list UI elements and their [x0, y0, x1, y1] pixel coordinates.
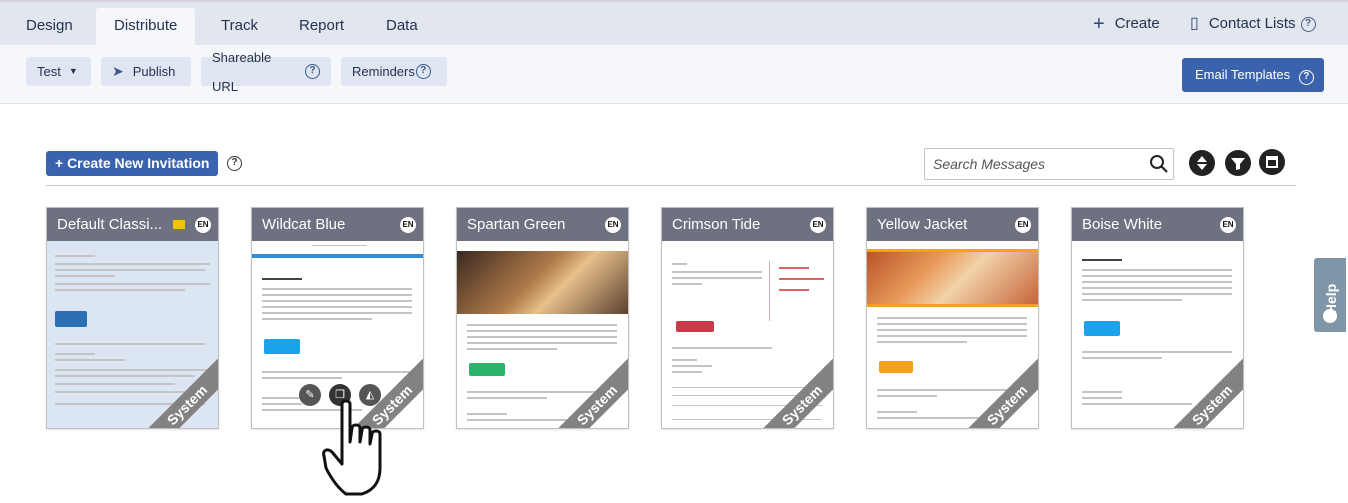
card-title: Yellow Jacket — [867, 208, 1038, 241]
card-title: Spartan Green — [457, 208, 628, 241]
top-navigation: Design Distribute Track Report Data + Cr… — [0, 0, 1348, 47]
language-badge: EN — [810, 217, 826, 233]
create-label: Create — [1114, 15, 1160, 32]
shareable-url-label: Shareable URL — [212, 49, 272, 94]
divider — [46, 185, 1296, 186]
test-label: Test — [37, 64, 61, 79]
tab-design[interactable]: Design — [8, 8, 91, 47]
template-card-wildcat-blue[interactable]: Wildcat Blue EN System ✎ ❐ ◭ — [251, 207, 424, 429]
template-card-spartan-green[interactable]: Spartan Green EN System — [456, 207, 629, 429]
envelope-icon — [173, 220, 185, 229]
hand-cursor-icon — [322, 399, 382, 496]
card-title: Wildcat Blue — [252, 208, 423, 241]
create-new-invitation-button[interactable]: + Create New Invitation — [46, 151, 218, 176]
send-icon: ➤ — [112, 63, 124, 79]
contact-lists-label: Contact Lists — [1208, 15, 1296, 32]
card-title: Boise White — [1072, 208, 1243, 241]
language-badge: EN — [605, 217, 621, 233]
help-icon[interactable]: ? — [1300, 16, 1316, 32]
template-card-boise-white[interactable]: Boise White EN System — [1071, 207, 1244, 429]
tab-distribute[interactable]: Distribute — [96, 8, 196, 47]
layout-toggle-icon[interactable] — [1259, 149, 1285, 175]
caret-down-icon: ▼ — [68, 66, 78, 76]
distribute-toolbar: Test ▼ ➤ Publish Shareable URL ? Reminde… — [0, 45, 1348, 104]
reminders-label: Reminders — [352, 64, 415, 79]
tab-data[interactable]: Data — [368, 8, 436, 47]
address-book-icon: ▯ — [1190, 15, 1199, 32]
language-badge: EN — [195, 217, 211, 233]
filter-icon[interactable] — [1225, 150, 1251, 176]
email-templates-button[interactable]: Email Templates ? — [1182, 58, 1324, 92]
help-icon[interactable]: ? — [1298, 70, 1314, 85]
language-badge: EN — [400, 217, 416, 233]
template-card-yellow-jacket[interactable]: Yellow Jacket EN System — [866, 207, 1039, 429]
template-card-default-classic[interactable]: Default Classi... EN System — [46, 207, 219, 429]
help-side-tab[interactable]: Help — [1314, 258, 1346, 332]
help-circle-icon — [1323, 309, 1337, 323]
test-button[interactable]: Test ▼ — [26, 57, 91, 86]
plus-icon: + — [1093, 13, 1105, 35]
contact-lists-link[interactable]: ▯ Contact Lists ? — [1190, 12, 1316, 36]
tab-report[interactable]: Report — [281, 8, 362, 47]
shareable-url-button[interactable]: Shareable URL ? — [201, 50, 331, 94]
search-input[interactable] — [925, 149, 1140, 179]
publish-button[interactable]: ➤ Publish — [101, 57, 191, 86]
reminders-button[interactable]: Reminders ? — [341, 57, 447, 86]
create-link[interactable]: + Create — [1093, 12, 1160, 36]
edit-icon[interactable]: ✎ — [299, 384, 321, 406]
publish-label: Publish — [132, 64, 176, 79]
card-title: Default Classi... — [47, 208, 218, 241]
card-title: Crimson Tide — [662, 208, 833, 241]
help-icon[interactable]: ? — [305, 64, 320, 79]
sort-icon[interactable] — [1189, 150, 1215, 176]
search-box — [924, 148, 1174, 180]
tab-track[interactable]: Track — [203, 8, 276, 47]
help-icon[interactable]: ? — [415, 64, 431, 79]
language-badge: EN — [1220, 217, 1236, 233]
template-card-crimson-tide[interactable]: Crimson Tide EN System — [661, 207, 834, 429]
email-templates-label: Email Templates — [1195, 67, 1291, 82]
search-icon[interactable] — [1149, 154, 1169, 174]
help-icon[interactable]: ? — [227, 156, 242, 171]
language-badge: EN — [1015, 217, 1031, 233]
